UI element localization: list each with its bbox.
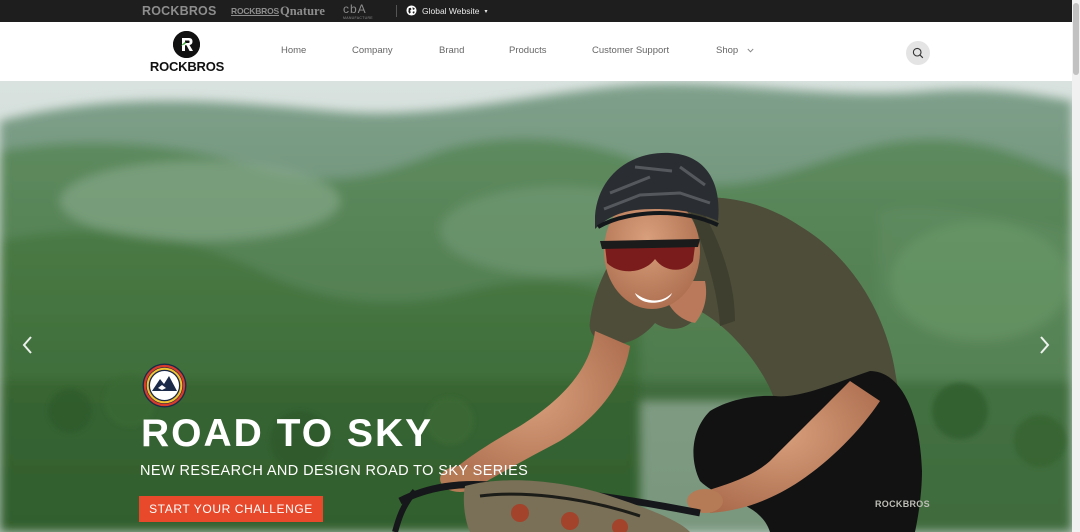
jersey-print: ROCKBROS: [875, 499, 930, 509]
cba-logo-text: cbA: [343, 2, 367, 16]
main-navigation: ROCKBROS Home Company Brand Products Cus…: [0, 22, 1072, 81]
nav-item-shop[interactable]: Shop: [716, 22, 754, 81]
global-website-label: Global Website: [422, 6, 480, 16]
nav-item-home[interactable]: Home: [281, 22, 306, 81]
nav-item-products[interactable]: Products: [509, 22, 547, 81]
brand-bar: ROCKBROS ROCKBROS Qnature cbA MANUFACTUR…: [0, 0, 1072, 22]
page-scrollbar[interactable]: [1072, 0, 1080, 532]
road-to-sky-emblem-icon: [142, 363, 187, 408]
search-button[interactable]: [906, 41, 930, 65]
scrollbar-thumb[interactable]: [1073, 3, 1079, 75]
brand-link-rockbros[interactable]: ROCKBROS: [142, 0, 217, 22]
nav-item-customer-support[interactable]: Customer Support: [592, 22, 669, 81]
carousel-prev-button[interactable]: [18, 334, 38, 356]
brand-link-cba[interactable]: cbA MANUFACTURE: [343, 2, 373, 24]
nav-item-shop-label: Shop: [716, 45, 739, 56]
chevron-down-icon: [747, 48, 754, 53]
brand-link-rockbros-alt[interactable]: ROCKBROS: [231, 0, 279, 22]
brand-link-qnature[interactable]: Qnature: [280, 0, 325, 22]
caret-down-icon: ▾: [484, 8, 488, 15]
global-website-dropdown[interactable]: Global Website ▾: [406, 0, 488, 22]
nav-item-company[interactable]: Company: [352, 22, 393, 81]
globe-icon: [406, 4, 417, 18]
start-challenge-button[interactable]: START YOUR CHALLENGE: [139, 496, 323, 522]
chevron-right-icon: [1040, 336, 1050, 354]
chevron-left-icon: [22, 336, 32, 354]
brand-bar-divider: [396, 5, 397, 17]
hero-subtitle: NEW RESEARCH AND DESIGN ROAD TO SKY SERI…: [140, 463, 529, 479]
search-icon: [912, 47, 924, 59]
hero-title: ROAD TO SKY: [141, 412, 434, 455]
nav-item-brand[interactable]: Brand: [439, 22, 464, 81]
carousel-next-button[interactable]: [1034, 334, 1054, 356]
cba-logo-subtext: MANUFACTURE: [343, 16, 373, 20]
hero-carousel: ROCKBROS ROAD TO SKY NEW RESEARCH AND DE…: [0, 81, 1072, 532]
